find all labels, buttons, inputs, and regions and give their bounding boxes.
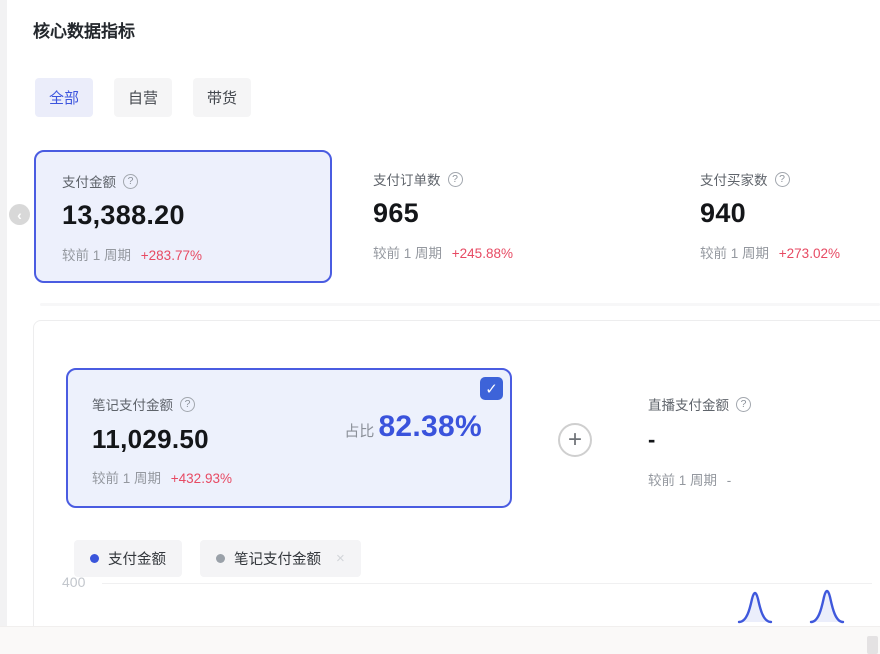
metric-value: 940 [700, 198, 880, 229]
chevron-left-icon: ‹ [17, 207, 22, 223]
metric-value: 13,388.20 [62, 200, 330, 231]
help-icon[interactable]: ? [180, 397, 195, 412]
change-value: +245.88% [452, 246, 513, 261]
ratio-block: 占比 82.38% [344, 410, 482, 444]
line-chart-peaks [0, 584, 880, 626]
metric-card-buyer-count[interactable]: 支付买家数 ? 940 较前 1 周期 +273.02% [700, 150, 880, 283]
change-value: +283.77% [141, 248, 202, 263]
change-value: +273.02% [779, 246, 840, 261]
change-value: +432.93% [171, 471, 232, 486]
help-icon[interactable]: ? [448, 172, 463, 187]
tab-affiliate[interactable]: 带货 [193, 78, 251, 117]
chart-legend: 支付金额 笔记支付金额 × [74, 540, 361, 577]
close-icon[interactable]: × [336, 550, 345, 567]
plus-icon: + [568, 428, 582, 452]
legend-label: 笔记支付金额 [234, 548, 321, 569]
cards-row-divider [40, 303, 880, 306]
page-left-gutter [0, 0, 7, 626]
compare-label: 较前 1 周期 [373, 246, 442, 261]
ratio-label: 占比 [344, 420, 374, 441]
help-icon[interactable]: ? [736, 397, 751, 412]
compare-label: 较前 1 周期 [92, 471, 161, 486]
page-title: 核心数据指标 [33, 17, 135, 42]
scope-tabs: 全部 自营 带货 [35, 78, 251, 117]
compare-label: 较前 1 周期 [62, 248, 131, 263]
metric-label: 支付金额 [62, 171, 116, 191]
legend-dot-blue-icon [90, 554, 99, 563]
compare-label: 较前 1 周期 [648, 473, 717, 488]
help-icon[interactable]: ? [775, 172, 790, 187]
metric-label: 笔记支付金额 [92, 394, 173, 414]
help-icon[interactable]: ? [123, 174, 138, 189]
metric-card-order-count[interactable]: 支付订单数 ? 965 较前 1 周期 +245.88% [373, 150, 623, 283]
legend-dot-gray-icon [216, 554, 225, 563]
tab-self-operated[interactable]: 自营 [114, 78, 172, 117]
page-bottom-band [0, 626, 880, 654]
legend-label: 支付金额 [108, 548, 166, 569]
legend-pill-note-payment[interactable]: 笔记支付金额 × [200, 540, 361, 577]
core-metrics-panel: 核心数据指标 全部 自营 带货 ‹ 支付金额 ? 13,388.20 较前 1 … [0, 0, 880, 654]
sub-card-live-payment[interactable]: 直播支付金额 ? - 较前 1 周期 - [648, 368, 878, 508]
legend-pill-payment-amount[interactable]: 支付金额 [74, 540, 182, 577]
sub-card-note-payment[interactable]: ✓ 笔记支付金额 ? 11,029.50 较前 1 周期 +432.93% 占比… [66, 368, 512, 508]
change-value: - [727, 473, 732, 488]
scrollbar-thumb[interactable] [867, 636, 878, 654]
carousel-prev-button[interactable]: ‹ [9, 204, 30, 225]
ratio-value: 82.38% [378, 410, 482, 444]
tab-all[interactable]: 全部 [35, 78, 93, 117]
metric-value: - [648, 427, 878, 453]
add-metric-button[interactable]: + [558, 423, 592, 457]
metric-label: 支付买家数 [700, 169, 768, 189]
compare-label: 较前 1 周期 [700, 246, 769, 261]
metric-label: 直播支付金额 [648, 394, 729, 414]
metric-label: 支付订单数 [373, 169, 441, 189]
metric-value: 965 [373, 198, 623, 229]
metric-card-payment-amount[interactable]: 支付金额 ? 13,388.20 较前 1 周期 +283.77% [34, 150, 332, 283]
